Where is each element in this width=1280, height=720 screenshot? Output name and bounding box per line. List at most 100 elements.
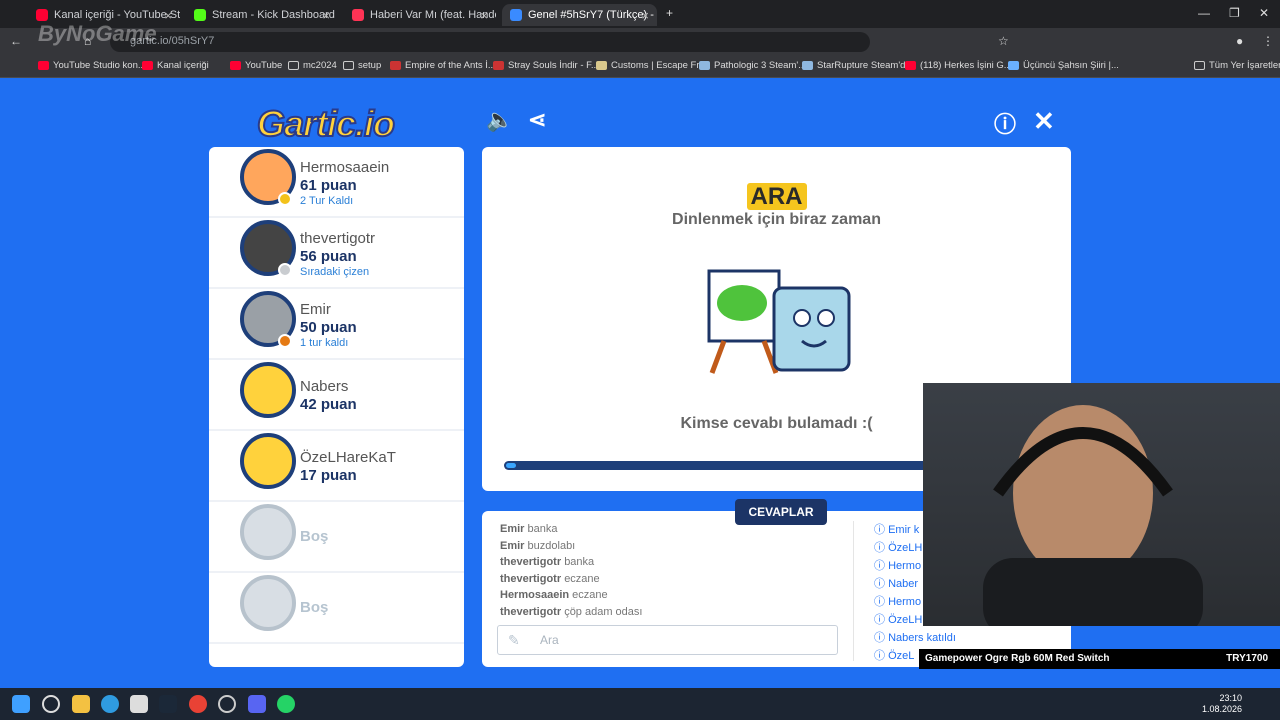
close-icon[interactable]: ✕ bbox=[1033, 106, 1055, 137]
back-icon[interactable]: ← bbox=[10, 34, 22, 48]
menu-icon[interactable]: ⋮ bbox=[1262, 34, 1274, 48]
profile-icon[interactable]: ● bbox=[1236, 34, 1243, 48]
player-name: Hermosaaein bbox=[300, 159, 390, 176]
edge-icon[interactable] bbox=[101, 695, 119, 713]
youtube-icon bbox=[38, 61, 49, 70]
folder-icon bbox=[343, 61, 354, 70]
new-tab-button[interactable]: + bbox=[666, 6, 673, 20]
avatar bbox=[240, 362, 296, 418]
url-field[interactable]: gartic.io/05hSrY7 bbox=[110, 32, 870, 52]
player-points: 42 puan bbox=[300, 396, 357, 413]
chrome-icon[interactable] bbox=[189, 695, 207, 713]
stream-overlay-logo: ByNoGame bbox=[38, 21, 157, 46]
player-name: Emir bbox=[300, 301, 331, 318]
info-icon[interactable]: ⓘ bbox=[994, 107, 1016, 139]
answers-tab[interactable]: CEVAPLAR bbox=[735, 499, 827, 525]
chat-line: thevertigotr eczane bbox=[500, 572, 600, 585]
windows-taskbar: 23:10 1.08.2026 bbox=[0, 688, 1280, 720]
bookmark-item[interactable]: Kanal içeriği bbox=[142, 60, 209, 71]
youtube-icon bbox=[230, 61, 241, 70]
player-status: Sıradaki çizen bbox=[300, 266, 370, 278]
empty-slot-label: Boş bbox=[300, 599, 329, 616]
stream-ticker: Gamepower Ogre Rgb 60M Red Switch TRY170… bbox=[919, 649, 1280, 669]
chat-line: thevertigotr çöp adam odası bbox=[500, 605, 643, 618]
start-icon[interactable] bbox=[12, 695, 30, 713]
steam-icon bbox=[802, 61, 813, 70]
bookmark-item[interactable]: Üçüncü Şahsın Şiiri |... bbox=[1008, 60, 1119, 71]
maximize-button[interactable]: ❐ bbox=[1229, 6, 1240, 20]
bookmark-folder[interactable]: mc2024 bbox=[288, 60, 337, 71]
chat-line: Emir buzdolabı bbox=[500, 539, 576, 552]
player-row[interactable]: Emir 50 puan 1 tur kaldı bbox=[209, 289, 464, 360]
youtube-icon bbox=[905, 61, 916, 70]
all-bookmarks[interactable]: Tüm Yer İşaretleri bbox=[1194, 60, 1280, 71]
obs-icon[interactable] bbox=[218, 695, 236, 713]
close-tab-icon[interactable]: × bbox=[322, 8, 330, 23]
store-icon[interactable] bbox=[130, 695, 148, 713]
progress-fill bbox=[506, 463, 516, 468]
site-icon bbox=[1008, 61, 1019, 70]
turn-indicator bbox=[278, 334, 292, 348]
empty-avatar-icon bbox=[240, 575, 296, 631]
file-explorer-icon[interactable] bbox=[72, 695, 90, 713]
close-window-button[interactable]: ✕ bbox=[1259, 6, 1269, 20]
search-icon[interactable] bbox=[42, 695, 60, 713]
player-row[interactable]: thevertigotr 56 puan Sıradaki çizen bbox=[209, 218, 464, 289]
bookmark-item[interactable]: Empire of the Ants İ... bbox=[390, 60, 496, 71]
bookmark-item[interactable]: Pathologic 3 Steam'... bbox=[699, 60, 806, 71]
player-row[interactable]: ÖzeLHareKaT 17 puan bbox=[209, 431, 464, 502]
tab-music[interactable]: Haberi Var Mı (feat. Hande × bbox=[344, 4, 496, 26]
tab-gartic[interactable]: Genel #5hSrY7 (Türkçe) - Gartic × bbox=[502, 4, 657, 26]
turn-indicator bbox=[278, 263, 292, 277]
tab-title: Stream - Kick Dashboard bbox=[212, 9, 335, 21]
player-name: Nabers bbox=[300, 378, 349, 395]
minimize-button[interactable]: — bbox=[1198, 6, 1210, 20]
round-progress-bar bbox=[504, 461, 944, 470]
bookmark-folder[interactable]: setup bbox=[343, 60, 381, 71]
steam-icon[interactable] bbox=[159, 695, 177, 713]
bookmark-item[interactable]: (118) Herkes İşini G... bbox=[905, 60, 1012, 71]
player-status: 1 tur kaldı bbox=[300, 337, 349, 349]
bookmark-item[interactable]: YouTube bbox=[230, 60, 282, 71]
address-bar-row: ← ⌂ gartic.io/05hSrY7 ☆ ● ⋮ bbox=[0, 28, 1280, 56]
webcam-person-icon bbox=[983, 405, 1203, 626]
divider bbox=[853, 521, 854, 661]
kick-icon bbox=[194, 9, 206, 21]
site-icon bbox=[596, 61, 607, 70]
player-points: 50 puan bbox=[300, 319, 357, 336]
discord-icon[interactable] bbox=[248, 695, 266, 713]
youtube-icon bbox=[36, 9, 48, 21]
bookmark-item[interactable]: Stray Souls İndir - F... bbox=[493, 60, 599, 71]
player-list: Hermosaaein 61 puan 2 Tur Kaldı theverti… bbox=[209, 147, 464, 667]
player-points: 56 puan bbox=[300, 248, 357, 265]
browser-tab-bar: Kanal içeriği - YouTube Studio × Stream … bbox=[0, 0, 1280, 28]
close-tab-icon[interactable]: × bbox=[480, 8, 488, 23]
ticker-price: TRY1700 bbox=[1226, 653, 1268, 664]
whatsapp-icon[interactable] bbox=[277, 695, 295, 713]
player-name: ÖzeLHareKaT bbox=[300, 449, 396, 466]
sound-icon[interactable]: 🔈 bbox=[486, 107, 513, 133]
bookmark-item[interactable]: YouTube Studio kon... bbox=[38, 60, 146, 71]
share-icon[interactable]: ⋖ bbox=[528, 107, 546, 133]
player-name: thevertigotr bbox=[300, 230, 376, 247]
close-tab-icon[interactable]: × bbox=[641, 8, 649, 23]
tab-kick[interactable]: Stream - Kick Dashboard × bbox=[186, 4, 338, 26]
clock-date: 1.08.2026 bbox=[1201, 704, 1242, 714]
avatar bbox=[240, 433, 296, 489]
chat-line: thevertigotr banka bbox=[500, 556, 595, 568]
bookmark-item[interactable]: Customs | Escape Fr... bbox=[596, 60, 707, 71]
system-clock[interactable]: 23:10 1.08.2026 bbox=[1202, 693, 1242, 715]
bookmark-item[interactable]: StarRupture Steam'de bbox=[802, 60, 911, 71]
log-line: ⓘ Nabers katıldı bbox=[874, 632, 956, 644]
webcam-overlay bbox=[923, 383, 1280, 626]
answer-input[interactable]: ✎ Ara bbox=[497, 625, 838, 655]
answer-placeholder: Ara bbox=[540, 633, 559, 647]
player-row[interactable]: Hermosaaein 61 puan 2 Tur Kaldı bbox=[209, 147, 464, 218]
bookmark-star-icon[interactable]: ☆ bbox=[998, 34, 1009, 48]
site-icon bbox=[493, 61, 504, 70]
player-points: 61 puan bbox=[300, 177, 357, 194]
close-tab-icon[interactable]: × bbox=[164, 8, 172, 23]
empty-avatar-icon bbox=[240, 504, 296, 560]
gartic-logo: Gartic.io bbox=[256, 102, 396, 145]
player-row[interactable]: Nabers 42 puan bbox=[209, 360, 464, 431]
